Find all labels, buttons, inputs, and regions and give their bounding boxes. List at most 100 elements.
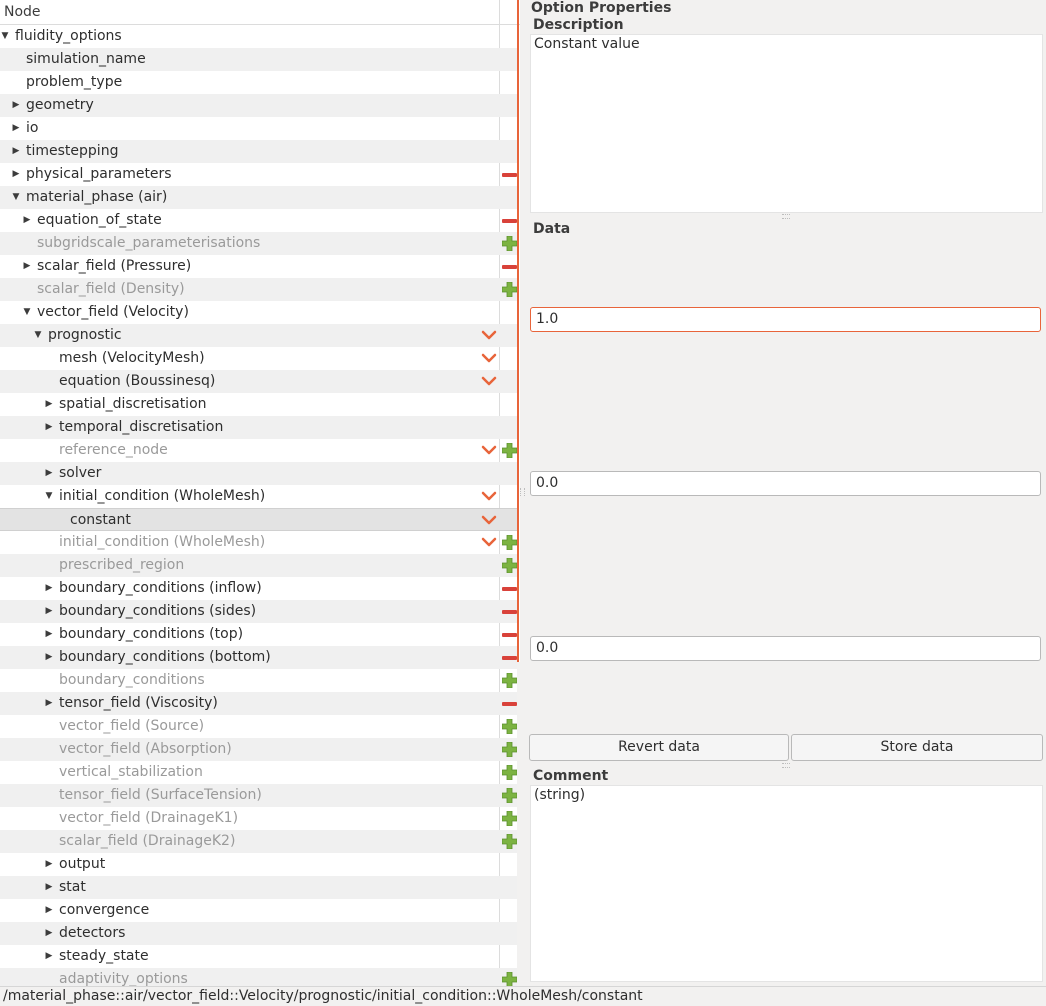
collapsed-arrow-icon[interactable]: ▶ [43, 880, 55, 894]
tree-row[interactable]: ▶ geometry [0, 94, 517, 117]
tree-header[interactable]: Node [0, 0, 520, 25]
choice-chevron-icon[interactable] [481, 373, 497, 389]
collapsed-arrow-icon[interactable]: ▶ [10, 167, 22, 181]
tree-row[interactable]: scalar_field (DrainageK2) [0, 830, 517, 853]
tree-row[interactable]: reference_node [0, 439, 517, 462]
remove-icon[interactable] [502, 656, 517, 660]
collapsed-arrow-icon[interactable]: ▶ [10, 121, 22, 135]
tree-row[interactable]: simulation_name [0, 48, 517, 71]
choice-chevron-icon[interactable] [481, 350, 497, 366]
comment-box[interactable]: (string) [530, 785, 1043, 982]
add-icon[interactable] [502, 282, 517, 297]
collapsed-arrow-icon[interactable]: ▶ [43, 466, 55, 480]
comment-resize-handle[interactable] [782, 763, 790, 768]
add-icon[interactable] [502, 811, 517, 826]
collapsed-arrow-icon[interactable]: ▶ [10, 144, 22, 158]
add-icon[interactable] [502, 742, 517, 757]
add-icon[interactable] [502, 765, 517, 780]
collapsed-arrow-icon[interactable]: ▶ [43, 581, 55, 595]
tree-row[interactable]: ▶ tensor_field (Viscosity) [0, 692, 517, 715]
add-icon[interactable] [502, 443, 517, 458]
expanded-arrow-icon[interactable]: ▼ [21, 305, 33, 319]
tree-row[interactable]: ▶ detectors [0, 922, 517, 945]
tree-row[interactable]: mesh (VelocityMesh) [0, 347, 517, 370]
tree-row[interactable]: ▼ fluidity_options [0, 25, 517, 48]
data-value-field-1[interactable]: 1.0 [530, 307, 1041, 332]
tree-row[interactable]: boundary_conditions [0, 669, 517, 692]
tree-row[interactable]: ▶ scalar_field (Pressure) [0, 255, 517, 278]
collapsed-arrow-icon[interactable]: ▶ [21, 213, 33, 227]
add-icon[interactable] [502, 673, 517, 688]
tree-row[interactable]: ▶ solver [0, 462, 517, 485]
tree-row[interactable]: ▼ vector_field (Velocity) [0, 301, 517, 324]
tree-row[interactable]: ▶ stat [0, 876, 517, 899]
add-icon[interactable] [502, 535, 517, 550]
collapsed-arrow-icon[interactable]: ▶ [43, 650, 55, 664]
remove-icon[interactable] [502, 702, 517, 706]
tree-row[interactable]: ▼ initial_condition (WholeMesh) [0, 485, 517, 508]
collapsed-arrow-icon[interactable]: ▶ [43, 627, 55, 641]
tree-row[interactable]: tensor_field (SurfaceTension) [0, 784, 517, 807]
tree-row[interactable]: constant [0, 508, 517, 531]
remove-icon[interactable] [502, 587, 517, 591]
tree-row[interactable]: ▶ boundary_conditions (sides) [0, 600, 517, 623]
remove-icon[interactable] [502, 173, 517, 177]
expanded-arrow-icon[interactable]: ▼ [10, 190, 22, 204]
description-resize-handle[interactable] [782, 214, 790, 219]
add-icon[interactable] [502, 788, 517, 803]
add-icon[interactable] [502, 719, 517, 734]
tree-row[interactable]: ▶ output [0, 853, 517, 876]
add-icon[interactable] [502, 558, 517, 573]
node-column-header[interactable]: Node [4, 4, 41, 20]
tree-row[interactable]: ▼ prognostic [0, 324, 517, 347]
tree-row[interactable]: adaptivity_options [0, 968, 517, 986]
expanded-arrow-icon[interactable]: ▼ [0, 29, 11, 43]
tree-row[interactable]: vector_field (Source) [0, 715, 517, 738]
remove-icon[interactable] [502, 265, 517, 269]
tree-row[interactable]: ▶ timestepping [0, 140, 517, 163]
expanded-arrow-icon[interactable]: ▼ [32, 328, 44, 342]
remove-icon[interactable] [502, 610, 517, 614]
tree-row[interactable]: vector_field (Absorption) [0, 738, 517, 761]
choice-chevron-icon[interactable] [481, 488, 497, 504]
pane-splitter[interactable] [517, 0, 519, 662]
tree-row[interactable]: problem_type [0, 71, 517, 94]
collapsed-arrow-icon[interactable]: ▶ [43, 420, 55, 434]
tree-row[interactable]: scalar_field (Density) [0, 278, 517, 301]
tree-row[interactable]: equation (Boussinesq) [0, 370, 517, 393]
splitter-grip[interactable] [520, 488, 525, 496]
tree-row[interactable]: subgridscale_parameterisations [0, 232, 517, 255]
choice-chevron-icon[interactable] [481, 534, 497, 550]
collapsed-arrow-icon[interactable]: ▶ [21, 259, 33, 273]
add-icon[interactable] [502, 834, 517, 849]
tree-row[interactable]: initial_condition (WholeMesh) [0, 531, 517, 554]
tree-row[interactable]: prescribed_region [0, 554, 517, 577]
pane-splitter-lower[interactable] [517, 662, 520, 986]
collapsed-arrow-icon[interactable]: ▶ [43, 903, 55, 917]
tree-row[interactable]: ▶ steady_state [0, 945, 517, 968]
tree-row[interactable]: ▶ boundary_conditions (bottom) [0, 646, 517, 669]
tree-row[interactable]: ▶ boundary_conditions (top) [0, 623, 517, 646]
options-tree[interactable]: Node ▼ fluidity_options simulation_name pro… [0, 0, 520, 986]
tree-row[interactable]: ▶ physical_parameters [0, 163, 517, 186]
data-value-field-3[interactable]: 0.0 [530, 636, 1041, 661]
tree-row[interactable]: ▶ spatial_discretisation [0, 393, 517, 416]
remove-icon[interactable] [502, 219, 517, 223]
tree-row[interactable]: ▶ equation_of_state [0, 209, 517, 232]
tree-row[interactable]: ▶ io [0, 117, 517, 140]
tree-row[interactable]: vector_field (DrainageK1) [0, 807, 517, 830]
collapsed-arrow-icon[interactable]: ▶ [10, 98, 22, 112]
collapsed-arrow-icon[interactable]: ▶ [43, 949, 55, 963]
collapsed-arrow-icon[interactable]: ▶ [43, 926, 55, 940]
tree-row[interactable]: ▼ material_phase (air) [0, 186, 517, 209]
tree-row[interactable]: ▶ convergence [0, 899, 517, 922]
collapsed-arrow-icon[interactable]: ▶ [43, 397, 55, 411]
revert-data-button[interactable]: Revert data [529, 734, 789, 761]
choice-chevron-icon[interactable] [481, 512, 497, 528]
store-data-button[interactable]: Store data [791, 734, 1043, 761]
add-icon[interactable] [502, 972, 517, 986]
collapsed-arrow-icon[interactable]: ▶ [43, 604, 55, 618]
remove-icon[interactable] [502, 633, 517, 637]
collapsed-arrow-icon[interactable]: ▶ [43, 857, 55, 871]
data-value-field-2[interactable]: 0.0 [530, 471, 1041, 496]
